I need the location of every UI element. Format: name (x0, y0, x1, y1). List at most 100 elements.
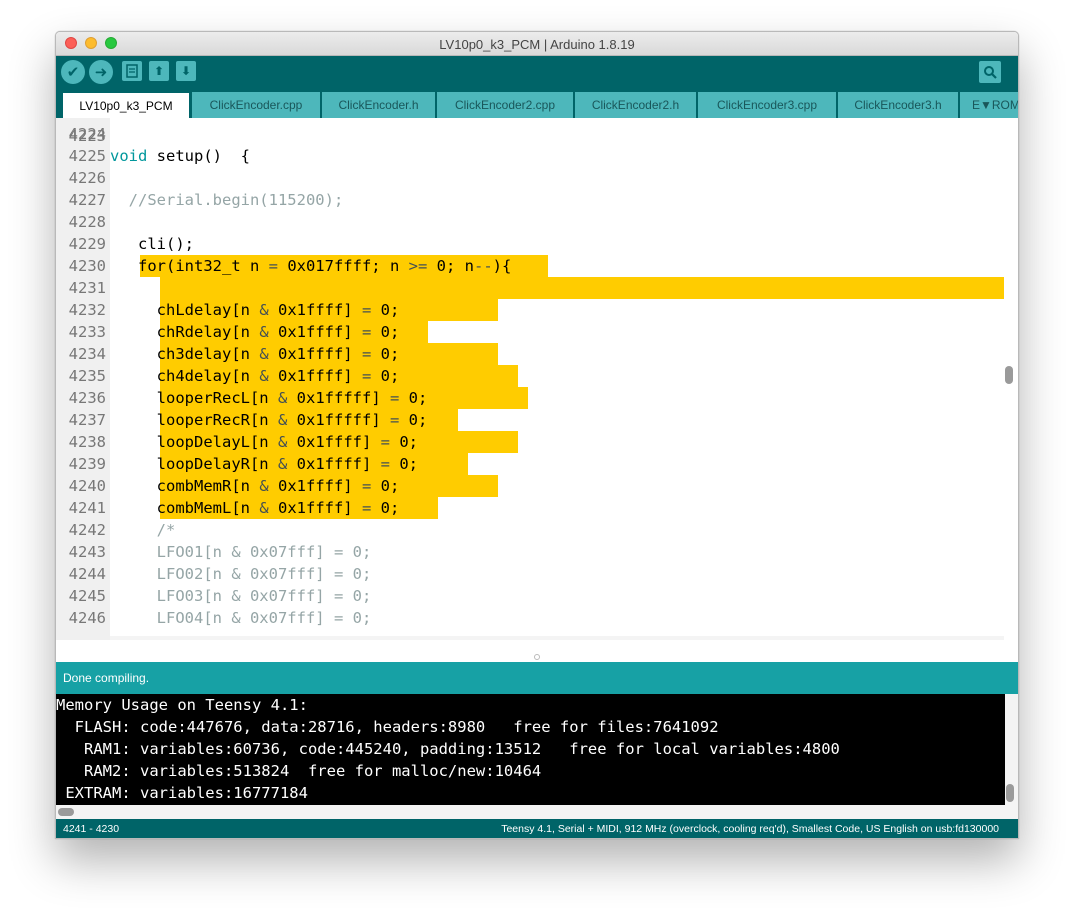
code-text: loopDelayL[n & 0x1ffff] = 0; (110, 433, 418, 451)
code-text: ch4delay[n & 0x1ffff] = 0; (110, 367, 400, 385)
line-number: 4242 (68, 521, 106, 539)
tab-clickencoder3-cpp[interactable]: ClickEncoder3.cpp (698, 92, 836, 118)
status-bar: Done compiling. (56, 662, 1018, 694)
code-text: ch3delay[n & 0x1ffff] = 0; (110, 345, 400, 363)
code-line: 4246 LFO04[n & 0x07fff] = 0; (56, 607, 1018, 629)
tab-clickencoder-h[interactable]: ClickEncoder.h (322, 92, 435, 118)
code-line: 4237 looperRecR[n & 0x1fffff] = 0; (56, 409, 1018, 431)
line-number: 4231 (68, 279, 106, 297)
code-line: 4239 loopDelayR[n & 0x1ffff] = 0; (56, 453, 1018, 475)
line-number: 4230 (68, 257, 106, 275)
code-text: chRdelay[n & 0x1ffff] = 0; (110, 323, 400, 341)
arduino-window: LV10p0_k3_PCM | Arduino 1.8.19 ✔ ➜ ⬆ ⬇ L… (55, 31, 1019, 839)
open-sketch-button[interactable]: ⬆ (149, 61, 169, 81)
bottom-status-bar: 4241 - 4230 Teensy 4.1, Serial + MIDI, 9… (56, 819, 1018, 838)
code-line: 4236 looperRecL[n & 0x1fffff] = 0; (56, 387, 1018, 409)
file-icon (126, 64, 138, 78)
code-line: 4232 chLdelay[n & 0x1ffff] = 0; (56, 299, 1018, 321)
line-number: 4225 (68, 147, 106, 165)
code-text: LFO02[n & 0x07fff] = 0; (110, 565, 372, 583)
tab-clickencoder2-h[interactable]: ClickEncoder2.h (575, 92, 696, 118)
code-line: 4244 LFO02[n & 0x07fff] = 0; (56, 563, 1018, 585)
arrow-down-icon: ⬇ (180, 64, 192, 78)
code-text: looperRecL[n & 0x1fffff] = 0; (110, 389, 428, 407)
line-number: 4224 (68, 125, 106, 143)
code-line: 4234 ch3delay[n & 0x1ffff] = 0; (56, 343, 1018, 365)
new-sketch-button[interactable] (122, 61, 142, 81)
console-vertical-scrollbar[interactable] (1006, 784, 1014, 802)
board-info: Teensy 4.1, Serial + MIDI, 912 MHz (over… (501, 823, 999, 835)
code-editor[interactable]: 4223 4224 4225 void setup() {4226 4227 //Se… (56, 118, 1018, 640)
line-number: 4239 (68, 455, 106, 473)
code-line: 4228 (56, 211, 1018, 233)
tab-lv10p0-k3-pcm[interactable]: LV10p0_k3_PCM (63, 93, 189, 118)
arrow-up-icon: ⬆ (153, 64, 165, 78)
line-number: 4232 (68, 301, 106, 319)
editor-horizontal-scroll-track (110, 636, 1004, 640)
selection-range: 4241 - 4230 (63, 823, 120, 835)
upload-button[interactable]: ➜ (89, 60, 113, 84)
code-line: 4245 LFO03[n & 0x07fff] = 0; (56, 585, 1018, 607)
code-line: 4240 combMemR[n & 0x1ffff] = 0; (56, 475, 1018, 497)
console-output[interactable]: Memory Usage on Teensy 4.1: FLASH: code:… (56, 694, 1005, 805)
line-number: 4235 (68, 367, 106, 385)
code-text: LFO01[n & 0x07fff] = 0; (110, 543, 372, 561)
line-number: 4236 (68, 389, 106, 407)
code-text: //Serial.begin(115200); (110, 191, 344, 209)
code-text: looperRecR[n & 0x1fffff] = 0; (110, 411, 428, 429)
code-line: 4235 ch4delay[n & 0x1ffff] = 0; (56, 365, 1018, 387)
code-line: 4241 combMemL[n & 0x1ffff] = 0; (56, 497, 1018, 519)
tab-clickencoder-cpp[interactable]: ClickEncoder.cpp (192, 92, 320, 118)
code-text: void setup() { (110, 147, 250, 165)
code-text: LFO03[n & 0x07fff] = 0; (110, 587, 372, 605)
tab-bar: LV10p0_k3_PCM ClickEncoder.cpp ClickEnco… (56, 89, 1018, 118)
line-number: 4226 (68, 169, 106, 187)
code-line: 4242 /* (56, 519, 1018, 541)
line-number: 4238 (68, 433, 106, 451)
tab-clickencoder3-h[interactable]: ClickEncoder3.h (838, 92, 958, 118)
code-text: combMemR[n & 0x1ffff] = 0; (110, 477, 400, 495)
console-line: Memory Usage on Teensy 4.1: (56, 696, 308, 714)
code-text: chLdelay[n & 0x1ffff] = 0; (110, 301, 400, 319)
code-text: for(int32_t n = 0x017ffff; n >= 0; n--){ (110, 257, 512, 275)
code-text: loopDelayR[n & 0x1ffff] = 0; (110, 455, 418, 473)
title-bar: LV10p0_k3_PCM | Arduino 1.8.19 (56, 32, 1018, 56)
code-line: 4225 void setup() { (56, 145, 1018, 167)
selection-highlight (159, 277, 1004, 299)
code-line: 4229 cli(); (56, 233, 1018, 255)
line-number: 4241 (68, 499, 106, 517)
tab-more-menu[interactable]: E▼ROM (960, 92, 1018, 118)
code-text: LFO04[n & 0x07fff] = 0; (110, 609, 372, 627)
editor-vertical-scrollbar[interactable] (1005, 366, 1013, 384)
line-number: 4245 (68, 587, 106, 605)
code-text: combMemL[n & 0x1ffff] = 0; (110, 499, 400, 517)
pane-divider[interactable] (56, 652, 1018, 662)
line-number: 4234 (68, 345, 106, 363)
line-number: 4233 (68, 323, 106, 341)
line-number: 4228 (68, 213, 106, 231)
window-title: LV10p0_k3_PCM | Arduino 1.8.19 (439, 37, 635, 52)
code-line: 4230 for(int32_t n = 0x017ffff; n >= 0; … (56, 255, 1018, 277)
code-line: 4238 loopDelayL[n & 0x1ffff] = 0; (56, 431, 1018, 453)
code-line: 4233 chRdelay[n & 0x1ffff] = 0; (56, 321, 1018, 343)
tab-clickencoder2-cpp[interactable]: ClickEncoder2.cpp (437, 92, 573, 118)
divider-handle[interactable] (534, 654, 540, 660)
console-line: FLASH: code:447676, data:28716, headers:… (56, 718, 719, 736)
line-number: 4227 (68, 191, 106, 209)
code-text: cli(); (110, 235, 194, 253)
code-text: /* (110, 521, 176, 539)
line-number: 4243 (68, 543, 106, 561)
console-horizontal-scrollbar[interactable] (58, 808, 74, 816)
arrow-right-icon: ➜ (94, 64, 108, 81)
line-number: 4244 (68, 565, 106, 583)
line-number: 4240 (68, 477, 106, 495)
serial-monitor-button[interactable] (979, 61, 1001, 83)
verify-button[interactable]: ✔ (61, 60, 85, 84)
code-line: 4227 //Serial.begin(115200); (56, 189, 1018, 211)
check-icon: ✔ (66, 64, 80, 81)
save-sketch-button[interactable]: ⬇ (176, 61, 196, 81)
line-number: 4237 (68, 411, 106, 429)
code-line: 4226 (56, 167, 1018, 189)
toolbar: ✔ ➜ ⬆ ⬇ (56, 56, 1018, 89)
console-line: RAM2: variables:513824 free for malloc/n… (56, 762, 542, 780)
